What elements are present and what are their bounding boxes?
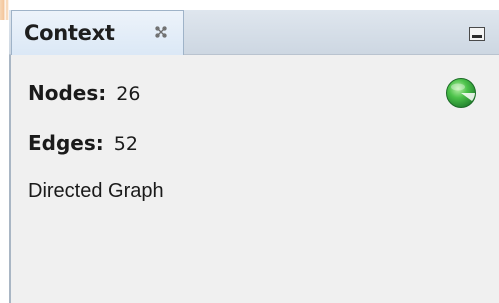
nodes-value: 26 xyxy=(116,83,141,105)
nodes-label: Nodes: xyxy=(28,81,107,105)
edges-value: 52 xyxy=(113,133,138,155)
minimize-icon[interactable] xyxy=(469,26,485,41)
close-icon[interactable] xyxy=(154,24,168,38)
edges-stat: Edges: 52 xyxy=(28,131,138,155)
tab-context[interactable]: Context xyxy=(11,10,184,55)
graph-type-text: Directed Graph xyxy=(28,180,164,202)
status-indicator-icon xyxy=(445,77,477,109)
context-panel-body: Nodes: 26 Edges: 52 Directed Graph xyxy=(9,55,499,303)
tab-context-label: Context xyxy=(24,21,115,45)
nodes-stat: Nodes: 26 xyxy=(28,81,140,105)
panel-tab-bar: Context xyxy=(9,10,499,55)
context-window: Context Nodes: 26 Edges: 52 Directed Gra… xyxy=(0,0,499,303)
edges-label: Edges: xyxy=(28,131,104,155)
